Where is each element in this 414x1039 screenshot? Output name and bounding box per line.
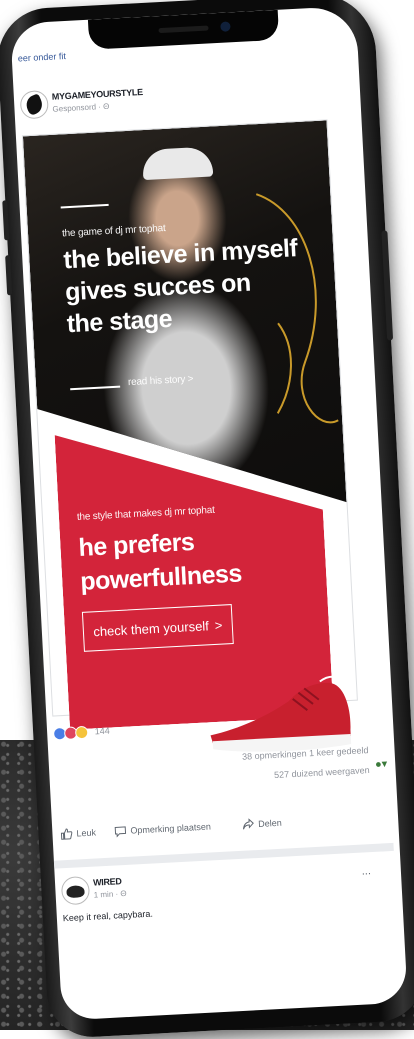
cta-button[interactable]: check them yourself >	[81, 604, 234, 652]
share-label: Delen	[257, 817, 282, 829]
wired-post-time[interactable]: 1 min · Θ	[93, 889, 126, 900]
phone-screen: eer onder fit MYGAMEYOURSTYLE Gesponsord…	[10, 5, 408, 1021]
notch	[87, 9, 280, 50]
like-button[interactable]: Leuk	[60, 826, 96, 840]
comment-button[interactable]: Opmerking plaatsen	[114, 820, 212, 838]
style-headline-1: he prefers	[77, 527, 196, 562]
post-stats[interactable]: 38 opmerkingen 1 keer gedeeld 527 duizen…	[242, 740, 371, 787]
cta-label: check them yourself	[92, 617, 210, 639]
front-camera	[220, 21, 231, 32]
previous-post-snippet[interactable]: eer onder fit	[18, 51, 66, 64]
reactions-row[interactable]: 144	[52, 725, 110, 741]
volume-up-button	[2, 200, 10, 241]
thumbs-up-icon	[60, 828, 73, 840]
reaction-icons	[52, 725, 89, 741]
more-options-icon[interactable]: ...	[361, 865, 371, 877]
share-button[interactable]: Delen	[242, 817, 282, 831]
wired-post-text: Keep it real, capybara.	[62, 908, 154, 924]
comment-label: Opmerking plaatsen	[130, 821, 212, 836]
reactions-count: 144	[94, 725, 110, 737]
side-button	[381, 230, 394, 341]
like-label: Leuk	[76, 827, 97, 839]
story-headline-3: the stage	[66, 304, 173, 339]
share-icon	[242, 818, 254, 830]
phone-frame: eer onder fit MYGAMEYOURSTYLE Gesponsord…	[0, 0, 414, 1039]
chevron-right-icon: >	[214, 617, 223, 633]
sponsored-label[interactable]: Gesponsord · Θ	[52, 102, 109, 114]
comment-icon	[114, 826, 127, 838]
page-name[interactable]: MYGAMEYOURSTYLE	[52, 87, 143, 102]
wired-avatar[interactable]	[60, 875, 91, 906]
wired-page-name[interactable]: WIRED	[93, 876, 122, 887]
speaker	[158, 25, 209, 34]
audience-globe-icon[interactable]: ●▾	[375, 757, 388, 771]
page-avatar[interactable]	[19, 89, 49, 120]
volume-down-button	[5, 255, 13, 296]
ad-creative[interactable]: the game of dj mr tophat the believe in …	[21, 119, 358, 752]
wow-reaction-icon	[74, 725, 89, 740]
next-post: WIRED 1 min · Θ ... Keep it real, capyba…	[60, 861, 385, 958]
post-actions: Leuk Opmerking plaatsen Delen	[52, 805, 383, 850]
post-header: MYGAMEYOURSTYLE Gesponsord · Θ	[19, 75, 341, 128]
